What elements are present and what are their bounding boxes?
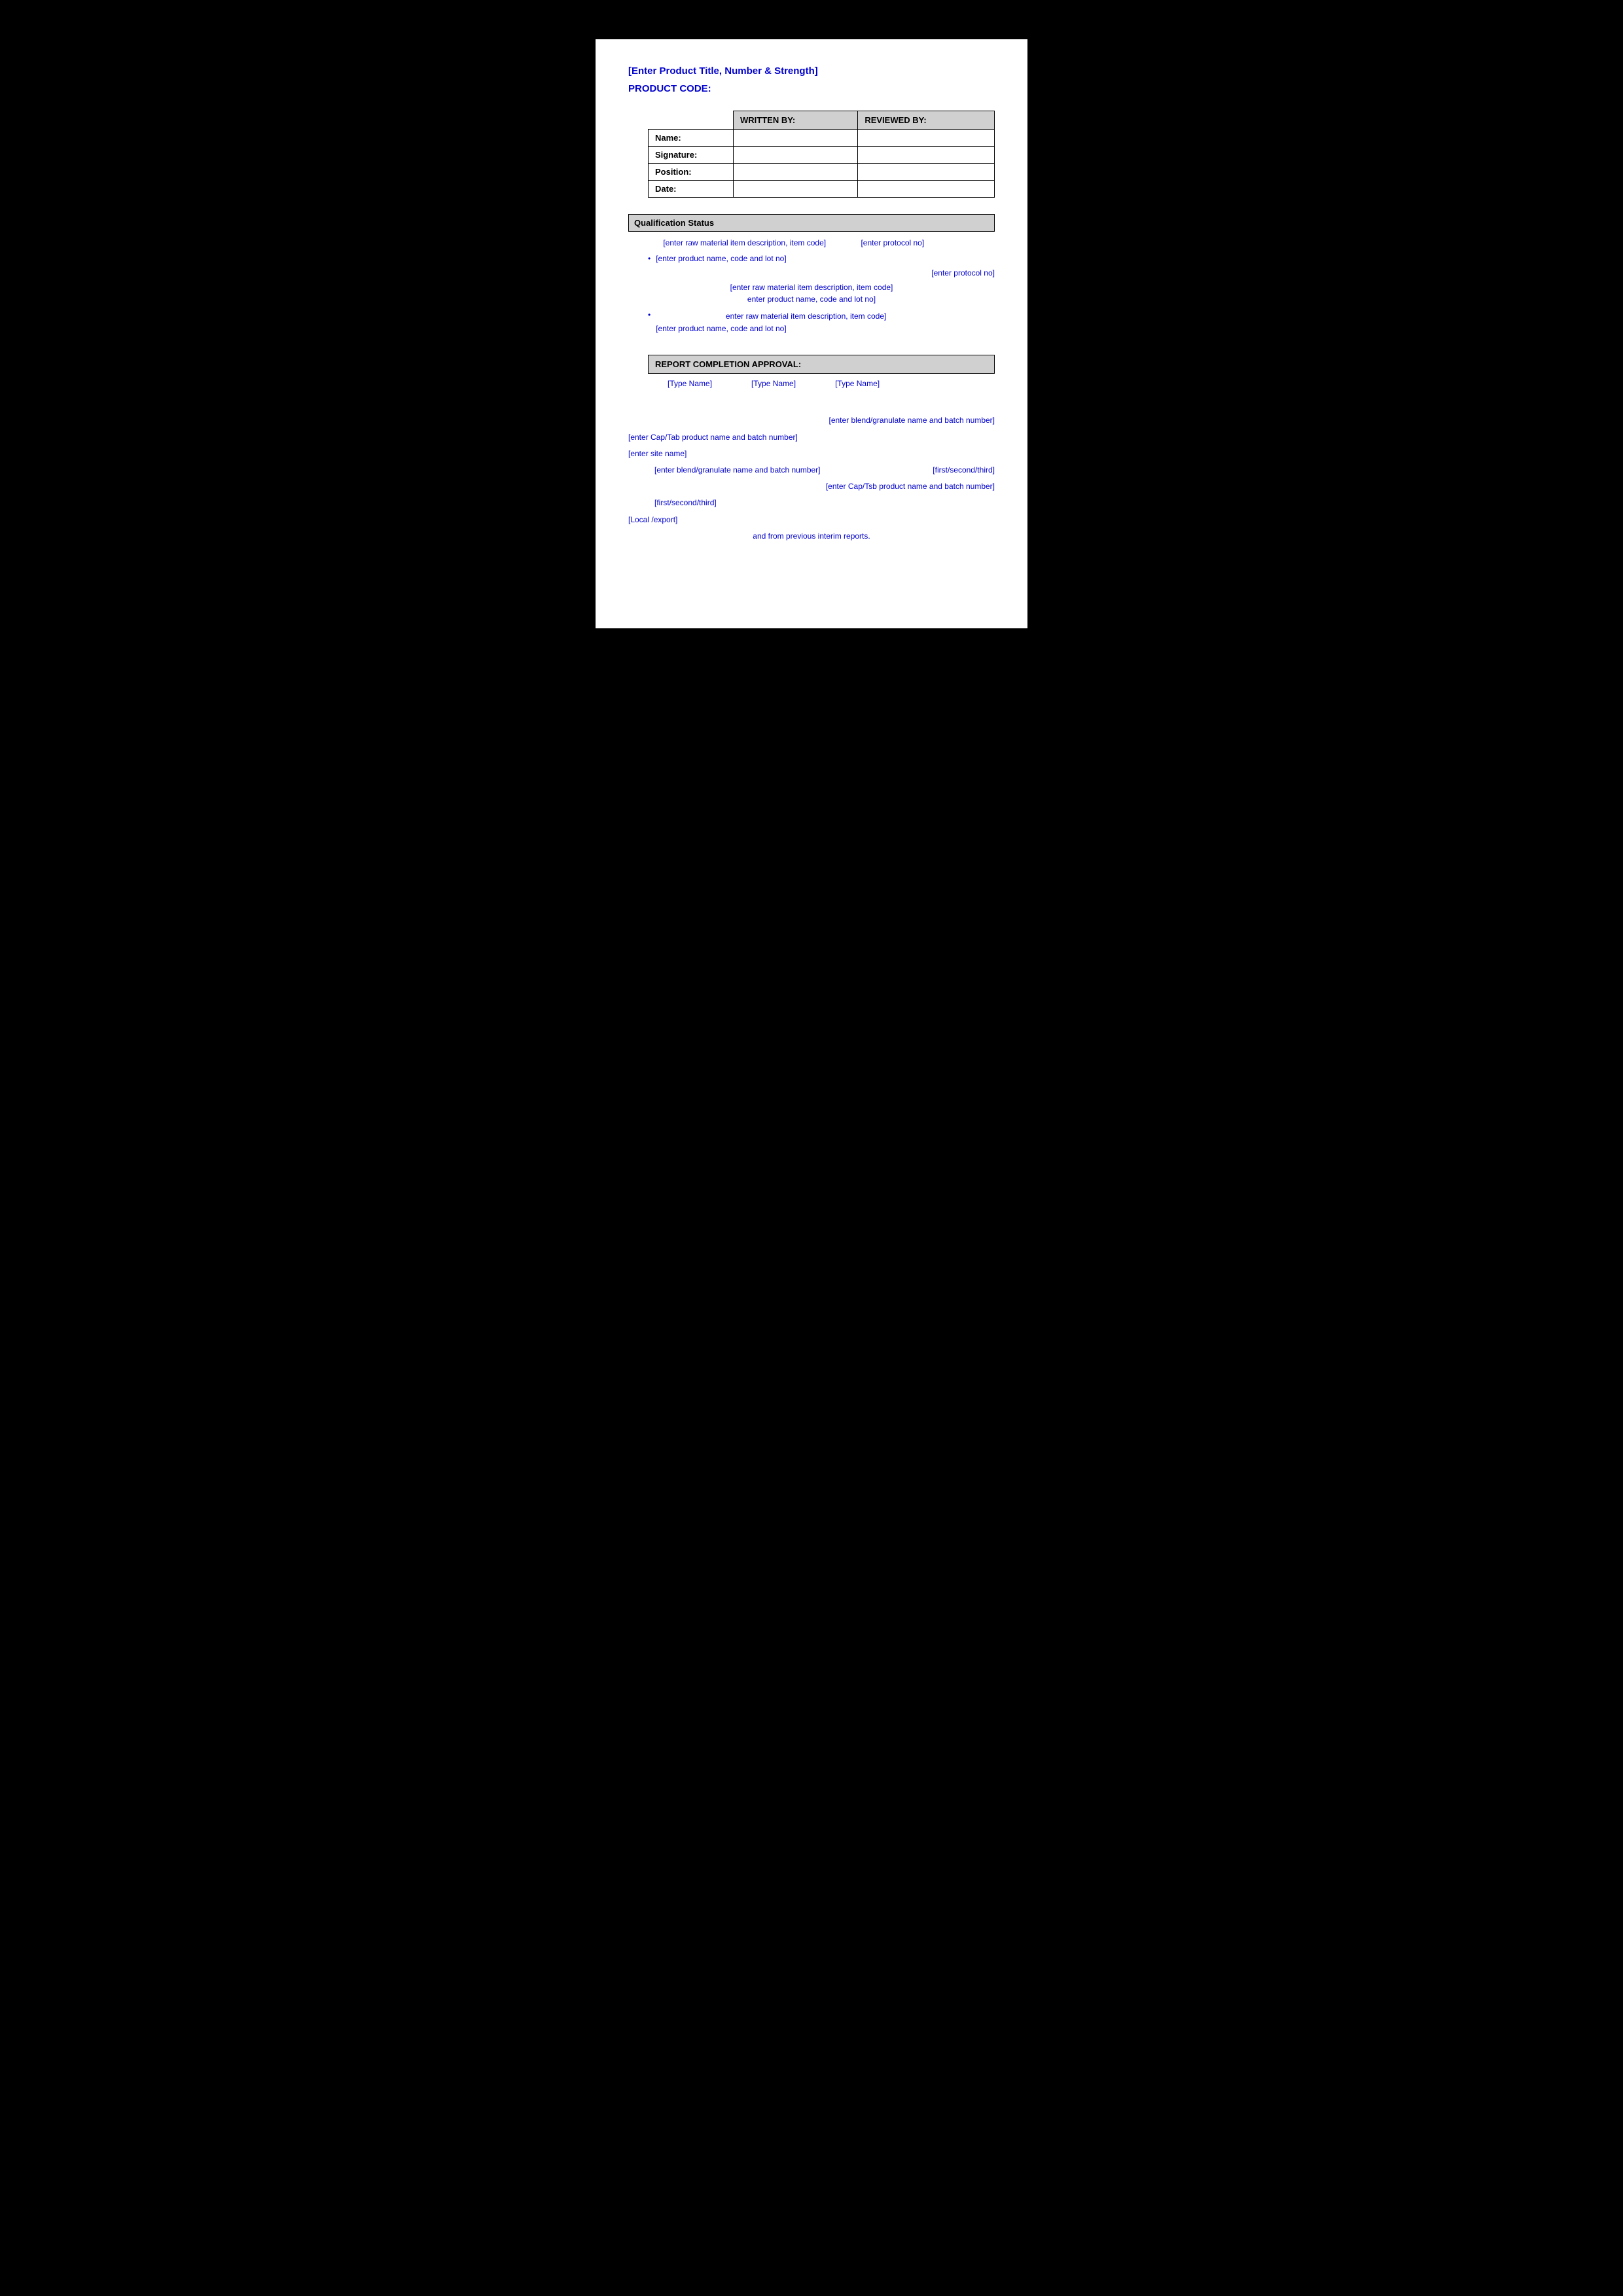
reviewed-by-header: REVIEWED BY: [858,111,995,130]
table-row: Position: [649,164,995,181]
bottom-line-1: [enter blend/granulate name and batch nu… [628,414,995,427]
qualification-header: Qualification Status [628,214,995,232]
report-name-1: [Type Name] [668,379,712,388]
written-date-value [734,181,858,198]
product-code: PRODUCT CODE: [628,83,995,94]
qual-bullet-1: [enter product name, code and lot no] [648,253,995,264]
qual-text-1: [enter raw material item description, it… [628,237,995,249]
date-label: Date: [649,181,734,198]
position-label: Position: [649,164,734,181]
table-row: Name: [649,130,995,147]
name-label: Name: [649,130,734,147]
product-title: [Enter Product Title, Number & Strength] [628,65,995,77]
bottom-line-3: [enter Cap/Tsb product name and batch nu… [628,480,995,493]
written-name-value [734,130,858,147]
written-sig-value [734,147,858,164]
bottom-line-4: [Local /export] [628,514,995,526]
bottom-line-2: [enter blend/granulate name and batch nu… [654,464,995,476]
bullet-2-block: • enter raw material item description, i… [628,310,995,335]
bottom-line-5: and from previous interim reports. [628,530,995,543]
reviewed-sig-value [858,147,995,164]
report-section: REPORT COMPLETION APPROVAL: [Type Name] … [628,355,995,388]
written-by-header: WRITTEN BY: [734,111,858,130]
report-name-2: [Type Name] [751,379,796,388]
bottom-section: [enter blend/granulate name and batch nu… [628,414,995,543]
report-completion-table: REPORT COMPLETION APPROVAL: [648,355,995,374]
report-name-3: [Type Name] [835,379,880,388]
reviewed-date-value [858,181,995,198]
written-pos-value [734,164,858,181]
qualification-section: Qualification Status [enter raw material… [628,214,995,335]
signature-label: Signature: [649,147,734,164]
bottom-line-1c: [enter site name] [628,448,995,460]
report-completion-header: REPORT COMPLETION APPROVAL: [649,355,995,374]
table-row: Date: [649,181,995,198]
report-names: [Type Name] [Type Name] [Type Name] [668,379,995,388]
table-row: Signature: [649,147,995,164]
protocol-right: [enter protocol no] [628,268,995,278]
bottom-line-3b: [first/second/third] [654,497,995,509]
bottom-line-1b: [enter Cap/Tab product name and batch nu… [628,431,995,444]
reviewed-pos-value [858,164,995,181]
approval-table: WRITTEN BY: REVIEWED BY: Name: Signature… [648,111,995,198]
reviewed-name-value [858,130,995,147]
raw-mat-center: [enter raw material item description, it… [628,281,995,305]
